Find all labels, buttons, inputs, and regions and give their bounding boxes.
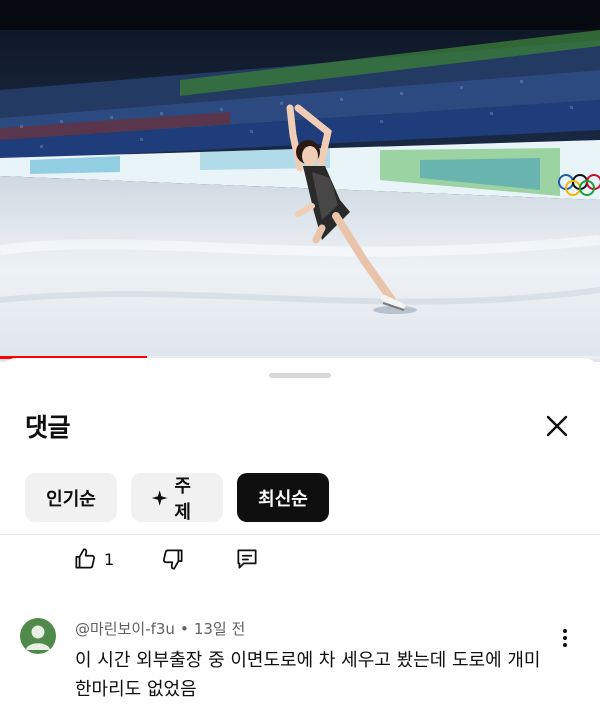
dislike-button[interactable] [160, 546, 186, 572]
chip-latest[interactable]: 최신순 [237, 473, 329, 522]
reply-button[interactable] [234, 546, 260, 572]
comment-item: @마린보이-f3u • 13일 전 이 시간 외부출장 중 이면도로에 차 세우고 … [0, 608, 600, 718]
thumbs-up-icon [75, 548, 96, 569]
video-frame [0, 0, 600, 362]
chip-popular-label: 인기순 [46, 488, 96, 510]
thumbs-down-icon [163, 549, 183, 570]
video-player[interactable] [0, 0, 600, 362]
sheet-title: 댓글 [25, 413, 71, 442]
comments-sheet: 댓글 인기순 주제 최신순 1 @마린보이-f3u • 13일 전 이 시간 외… [0, 358, 600, 719]
close-button[interactable] [537, 406, 577, 446]
default-avatar-icon [26, 625, 50, 650]
sparkle-icon [151, 489, 168, 506]
comment-time: 13일 전 [193, 620, 246, 638]
close-icon [546, 415, 568, 437]
comment-meta: @마린보이-f3u • 13일 전 [75, 618, 245, 639]
comment-author[interactable]: @마린보이-f3u [75, 620, 175, 638]
meta-separator: • [179, 620, 189, 638]
like-count: 1 [104, 549, 115, 569]
chip-popular[interactable]: 인기순 [25, 473, 117, 522]
chip-topics[interactable]: 주제 [131, 473, 223, 523]
like-button[interactable]: 1 [72, 546, 114, 572]
reply-icon [237, 549, 257, 569]
chip-latest-label: 최신순 [258, 488, 308, 510]
sort-chips: 인기순 주제 최신순 [25, 473, 329, 523]
divider [0, 534, 600, 535]
drag-handle[interactable] [269, 373, 331, 378]
comment-text: 이 시간 외부출장 중 이면도로에 차 세우고 봤는데 도로에 개미 한마리도 … [75, 650, 541, 700]
previous-comment-actions: 1 [72, 546, 260, 572]
avatar[interactable] [20, 618, 56, 654]
more-vert-icon [563, 629, 567, 633]
chip-topics-label: 주제 [174, 475, 191, 523]
comment-menu-button[interactable] [553, 623, 577, 653]
